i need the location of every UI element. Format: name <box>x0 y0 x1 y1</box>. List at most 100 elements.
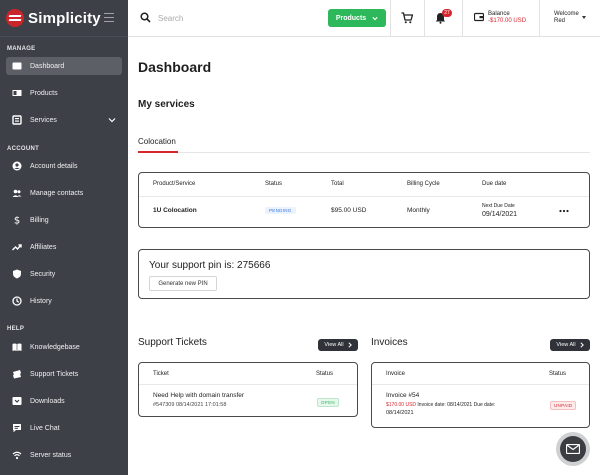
more-options-icon[interactable] <box>559 209 569 213</box>
view-all-label: View All <box>324 342 344 348</box>
welcome-label[interactable]: Welcome <box>554 11 579 17</box>
service-name[interactable]: 1U Colocation <box>153 207 197 214</box>
svg-text:$: $ <box>14 216 20 226</box>
status-badge: UNPAID <box>550 401 577 410</box>
search-input[interactable] <box>158 11 318 25</box>
column-header: Total <box>331 181 344 187</box>
sidebar-item-support-tickets[interactable]: Support Tickets <box>6 365 122 383</box>
column-header: Ticket <box>153 371 169 377</box>
balance-value[interactable]: -$170.00 USD <box>488 18 526 24</box>
sidebar-item-label: Dashboard <box>30 62 65 70</box>
sidebar-item-manage-contacts[interactable]: Manage contacts <box>6 184 122 202</box>
page-title: Dashboard <box>138 59 212 75</box>
services-icon <box>12 115 22 125</box>
products-button-label: Products <box>335 14 367 22</box>
billing-cycle: Monthly <box>407 207 430 214</box>
sidebar-item-history[interactable]: History <box>6 292 122 310</box>
shield-icon <box>12 269 22 279</box>
sidebar-item-live-chat[interactable]: Live Chat <box>6 419 122 437</box>
services-table: Product/Service Status Total Billing Cyc… <box>138 172 590 228</box>
caret-down-icon[interactable] <box>582 16 586 19</box>
contacts-icon <box>12 188 22 198</box>
ticket-subject[interactable]: Need Help with domain transfer <box>153 392 244 399</box>
menu-toggle-icon[interactable] <box>104 13 114 22</box>
sidebar-item-label: Affiliates <box>30 243 57 251</box>
ticket-meta: #547309 08/14/2021 17:01:58 <box>153 402 227 408</box>
row-divider <box>139 384 357 385</box>
column-header: Product/Service <box>153 181 196 187</box>
sidebar-item-account-details[interactable]: Account details <box>6 157 122 175</box>
ticket-icon <box>12 369 22 379</box>
cart-icon[interactable] <box>401 12 413 24</box>
chevron-down-icon <box>108 118 116 123</box>
section-label-manage: MANAGE <box>7 46 36 52</box>
chevron-down-icon <box>372 16 378 20</box>
sidebar-item-knowledgebase[interactable]: Knowledgebase <box>6 338 122 356</box>
tab-bar-divider <box>138 152 590 153</box>
section-label-help: HELP <box>7 326 25 332</box>
sidebar-item-dashboard[interactable]: Dashboard <box>6 57 122 75</box>
dashboard-icon <box>12 61 22 71</box>
book-icon <box>12 342 22 352</box>
sidebar-item-label: Support Tickets <box>30 370 79 378</box>
tab-active-indicator <box>138 151 178 153</box>
support-pin-card: Your support pin is: 275666 Generate new… <box>138 249 590 299</box>
chat-icon <box>12 423 22 433</box>
account-icon <box>12 161 22 171</box>
divider <box>424 0 425 36</box>
divider <box>390 0 391 36</box>
tab-colocation[interactable]: Colocation <box>138 137 176 146</box>
sidebar-item-services[interactable]: Services <box>6 111 122 129</box>
sidebar-item-downloads[interactable]: Downloads <box>6 392 122 410</box>
view-all-label: View All <box>556 342 576 348</box>
due-date-value: 09/14/2021 <box>482 211 518 218</box>
products-icon <box>12 88 22 98</box>
chevron-right-icon <box>348 342 352 348</box>
section-label-account: ACCOUNT <box>7 146 40 152</box>
support-tickets-table: Ticket Status Need Help with domain tran… <box>138 362 358 417</box>
column-header: Invoice <box>386 371 406 377</box>
history-icon <box>12 296 22 306</box>
topbar: Products 27 Balance -$170.00 USD Welcome… <box>128 0 600 37</box>
sidebar: Simplicity MANAGE Dashboard Products Ser… <box>0 0 128 475</box>
row-divider <box>372 384 589 385</box>
sidebar-item-server-status[interactable]: Server status <box>6 446 122 464</box>
divider <box>462 0 463 36</box>
column-header: Status <box>316 371 334 377</box>
status-badge: PENDING <box>265 207 296 214</box>
invoice-due-date: 08/14/2021 <box>386 410 414 416</box>
services-section-title: My services <box>138 99 195 110</box>
brand-logo-icon <box>6 9 24 27</box>
main-content: Dashboard My services Colocation Product… <box>128 37 600 475</box>
status-badge: OPEN <box>317 398 339 407</box>
sidebar-item-billing[interactable]: $ Billing <box>6 211 122 229</box>
sidebar-item-label: Services <box>30 116 57 124</box>
sidebar-item-label: Billing <box>30 216 49 224</box>
sidebar-item-security[interactable]: Security <box>6 265 122 283</box>
chat-fab-button[interactable] <box>556 432 590 466</box>
column-header: Status <box>265 181 283 187</box>
column-header: Status <box>549 371 567 377</box>
sidebar-item-affiliates[interactable]: Affiliates <box>6 238 122 256</box>
sidebar-item-label: Knowledgebase <box>30 343 80 351</box>
trend-icon <box>12 242 22 252</box>
invoice-number[interactable]: Invoice #54 <box>386 392 419 399</box>
search-icon[interactable] <box>140 12 151 23</box>
sidebar-item-label: Live Chat <box>30 424 60 432</box>
products-dropdown-button[interactable]: Products <box>328 9 386 27</box>
dollar-icon: $ <box>12 215 22 226</box>
tickets-view-all-button[interactable]: View All <box>318 339 358 351</box>
invoices-view-all-button[interactable]: View All <box>550 339 590 351</box>
column-header: Billing Cycle <box>407 181 440 187</box>
brand-name: Simplicity <box>28 9 101 27</box>
chevron-right-icon <box>580 342 584 348</box>
generate-pin-button[interactable]: Generate new PIN <box>149 276 217 291</box>
invoice-dates: Invoice date: 08/14/2021 Due date: <box>417 402 496 408</box>
signal-icon <box>12 450 22 460</box>
notification-count-badge: 27 <box>442 9 452 17</box>
sidebar-item-label: Downloads <box>30 397 65 405</box>
sidebar-item-products[interactable]: Products <box>6 84 122 102</box>
wallet-icon <box>474 12 484 22</box>
user-name[interactable]: Red <box>554 18 565 24</box>
sidebar-item-label: Server status <box>30 451 72 459</box>
